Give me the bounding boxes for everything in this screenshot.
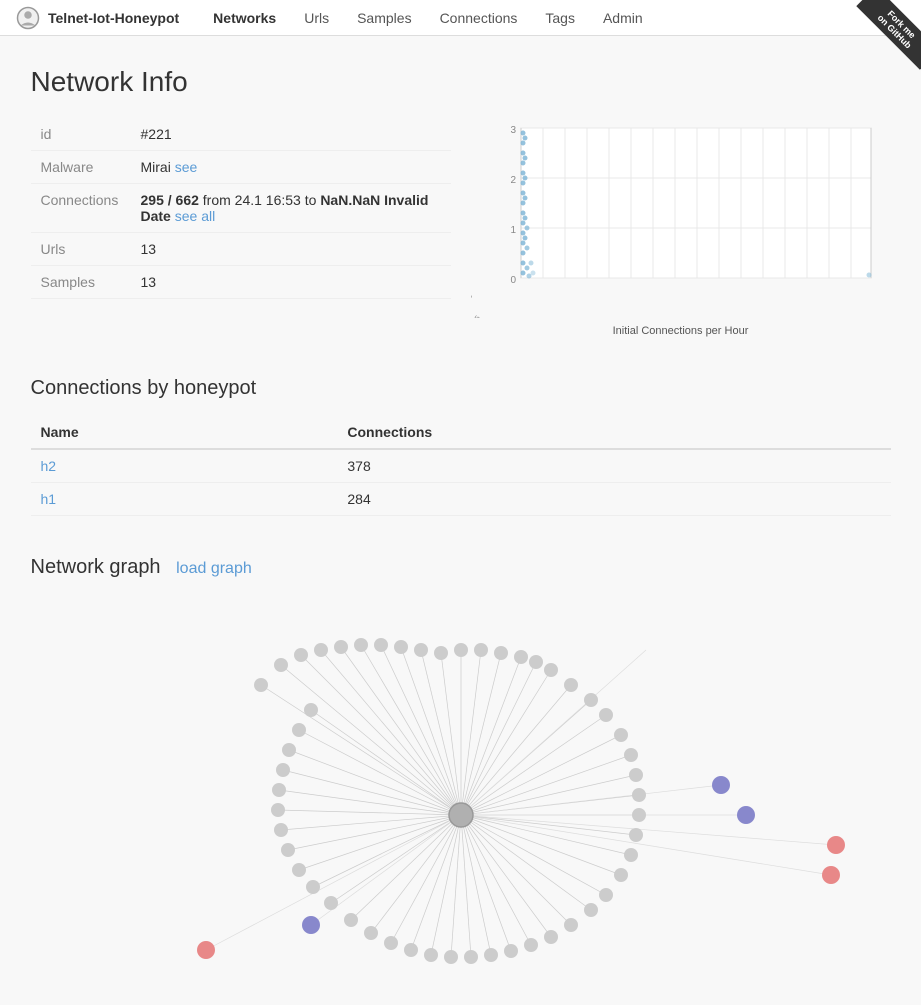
nav-samples[interactable]: Samples: [343, 0, 425, 36]
nav-networks[interactable]: Networks: [199, 0, 290, 36]
nav-urls[interactable]: Urls: [290, 0, 343, 36]
urls-value: 13: [131, 233, 451, 266]
honeypot-name-h1: h1: [31, 483, 338, 516]
malware-see-link[interactable]: see: [175, 159, 198, 175]
honeypot-name-h2: h2: [31, 449, 338, 483]
svg-text:0: 0: [510, 275, 516, 286]
github-ribbon-text: Fork meon GitHub: [856, 0, 921, 70]
load-graph-link[interactable]: load graph: [176, 560, 252, 577]
id-value: #221: [131, 118, 451, 151]
connections-value: 295 / 662 from 24.1 16:53 to NaN.NaN Inv…: [131, 184, 451, 233]
chart-wrap: 0 1 2 3: [471, 118, 891, 337]
samples-label: Samples: [31, 266, 131, 299]
nav-links: Networks Urls Samples Connections Tags A…: [199, 0, 656, 36]
table-row: h1 284: [31, 483, 891, 516]
connections-to-text: to: [305, 192, 321, 208]
urls-label: Urls: [31, 233, 131, 266]
h2-connections: 378: [337, 449, 890, 483]
id-label: id: [31, 118, 131, 151]
brand-logo-icon: [16, 6, 40, 30]
main-content: Network Info id #221 Malware Mirai see: [11, 36, 911, 1005]
table-row-id: id #221: [31, 118, 451, 151]
table-row-malware: Malware Mirai see: [31, 151, 451, 184]
nav-admin[interactable]: Admin: [589, 0, 657, 36]
malware-name: Mirai: [141, 159, 171, 175]
table-row: h2 378: [31, 449, 891, 483]
connections-see-all-link[interactable]: see all: [175, 208, 215, 224]
h1-link[interactable]: h1: [41, 491, 57, 507]
nav-tags[interactable]: Tags: [531, 0, 589, 36]
connections-count: 295 / 662: [141, 192, 199, 208]
svg-text:3: 3: [510, 125, 516, 136]
honeypot-table-header: Name Connections: [31, 416, 891, 449]
svg-text:28.3 17:28: 28.3 17:28: [471, 293, 474, 318]
brand-label: Telnet-Iot-Honeypot: [48, 10, 179, 26]
svg-text:9.4 9:5: 9.4 9:5: [471, 315, 482, 318]
malware-value: Mirai see: [131, 151, 451, 184]
connections-section-title: Connections by honeypot: [31, 377, 891, 400]
malware-label: Malware: [31, 151, 131, 184]
github-ribbon[interactable]: Fork meon GitHub: [841, 0, 921, 80]
graph-section-title: Network graph load graph: [31, 556, 891, 579]
info-section: id #221 Malware Mirai see Connections: [31, 118, 891, 337]
connections-label: Connections: [31, 184, 131, 233]
samples-value: 13: [131, 266, 451, 299]
page-title: Network Info: [31, 66, 891, 98]
honeypot-table: Name Connections h2 378 h1 284: [31, 416, 891, 516]
svg-text:1: 1: [510, 225, 516, 236]
col-name-header: Name: [31, 416, 338, 449]
graph-center-node: [197, 638, 845, 964]
h1-connections: 284: [337, 483, 890, 516]
col-connections-header: Connections: [337, 416, 890, 449]
table-row-urls: Urls 13: [31, 233, 451, 266]
graph-container: [31, 595, 891, 975]
network-graph-svg: [31, 595, 891, 975]
navbar: Telnet-Iot-Honeypot Networks Urls Sample…: [0, 0, 921, 36]
connections-date-start: 24.1 16:53: [235, 192, 301, 208]
h2-link[interactable]: h2: [41, 458, 57, 474]
nav-connections[interactable]: Connections: [426, 0, 532, 36]
connections-from-text: from: [203, 192, 235, 208]
chart-title: Initial Connections per Hour: [471, 325, 891, 337]
table-row-connections: Connections 295 / 662 from 24.1 16:53 to…: [31, 184, 451, 233]
info-table-wrap: id #221 Malware Mirai see Connections: [31, 118, 451, 337]
svg-text:2: 2: [510, 175, 516, 186]
info-table: id #221 Malware Mirai see Connections: [31, 118, 451, 299]
brand-link[interactable]: Telnet-Iot-Honeypot: [16, 6, 179, 30]
table-row-samples: Samples 13: [31, 266, 451, 299]
connections-chart: 0 1 2 3: [471, 118, 891, 318]
